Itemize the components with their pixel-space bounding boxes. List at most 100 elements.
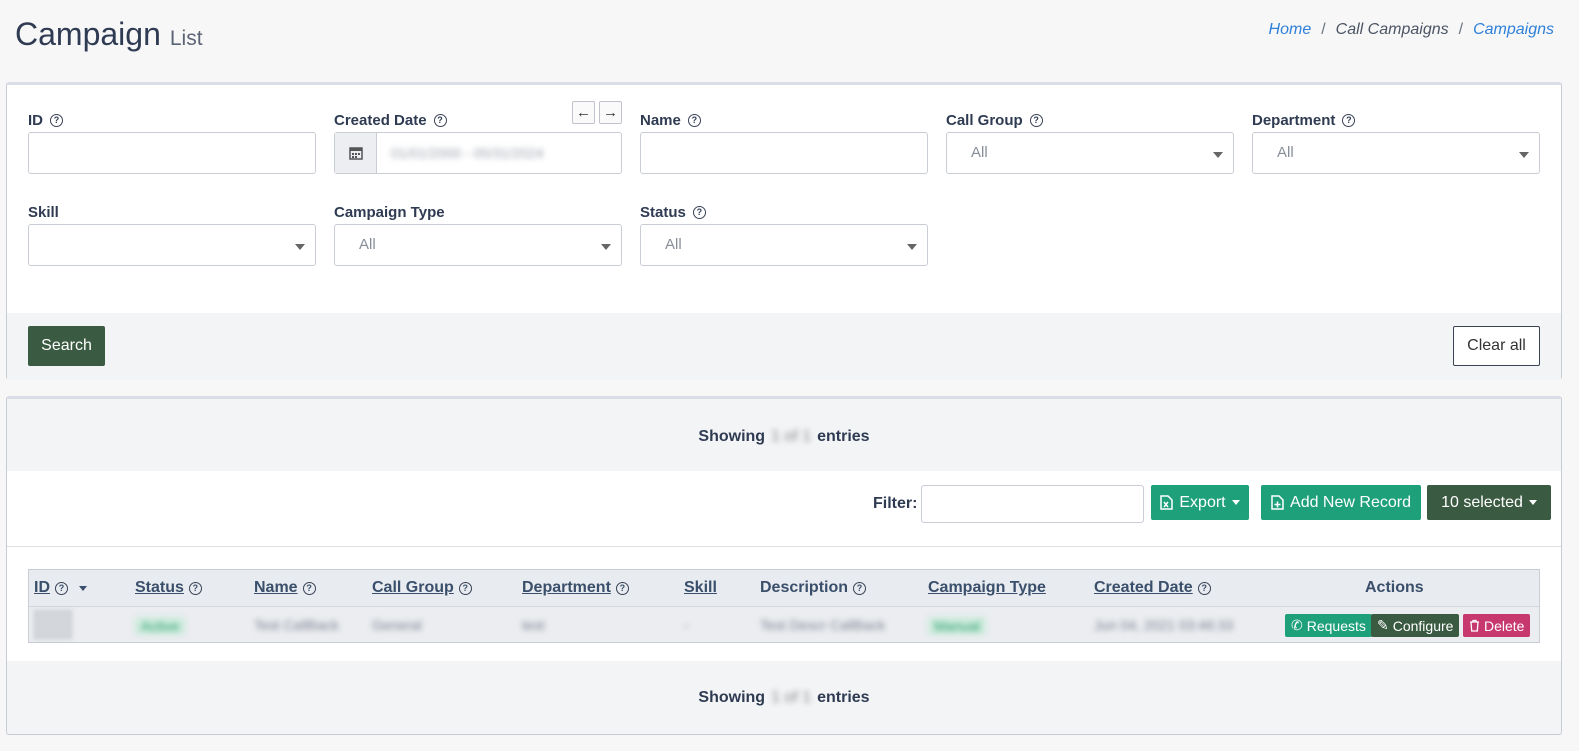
requests-button[interactable]: ✆ Requests <box>1285 614 1372 637</box>
page-title: Campaign List <box>15 16 203 53</box>
status-label: Status <box>640 203 686 221</box>
department-filter: Department? All <box>1252 110 1540 174</box>
column-skill[interactable]: Skill <box>684 579 717 597</box>
add-new-record-button[interactable]: Add New Record <box>1261 485 1421 520</box>
column-actions: Actions <box>1365 579 1424 596</box>
help-icon[interactable]: ? <box>692 205 706 219</box>
help-icon[interactable]: ? <box>1197 581 1211 595</box>
page-title-sub: List <box>169 27 203 50</box>
phone-icon: ✆ <box>1291 617 1303 633</box>
help-icon[interactable]: ? <box>853 581 867 595</box>
chevron-down-icon <box>1519 152 1529 158</box>
help-icon[interactable]: ? <box>687 113 701 127</box>
breadcrumb-call-campaigns: Call Campaigns <box>1335 21 1449 38</box>
department-select[interactable]: All <box>1252 132 1540 174</box>
created-date-filter: Created Date? ← → 01/01/2000 - 05/31/202… <box>334 101 622 174</box>
chevron-down-icon <box>907 244 917 250</box>
name-cell: Test CallBack <box>254 617 339 633</box>
column-id[interactable]: ID? <box>34 579 87 597</box>
results-panel: Showing 1 of 1 entries Filter: Export Ad… <box>6 396 1562 735</box>
campaign-thumbnail[interactable] <box>34 610 72 639</box>
breadcrumb-campaigns[interactable]: Campaigns <box>1473 21 1554 39</box>
showing-entries-top: Showing 1 of 1 entries <box>698 428 870 445</box>
campaign-table: ID? Status? Name? Call Group? Department… <box>28 569 1540 643</box>
help-icon[interactable]: ? <box>188 581 202 595</box>
help-icon[interactable]: ? <box>1029 113 1043 127</box>
column-created-date[interactable]: Created Date? <box>1094 579 1211 597</box>
help-icon[interactable]: ? <box>50 113 63 127</box>
file-plus-icon <box>1271 495 1284 510</box>
table-header: ID? Status? Name? Call Group? Department… <box>29 570 1539 606</box>
chevron-down-icon <box>1231 500 1240 505</box>
id-filter: ID? <box>28 110 316 174</box>
calendar-icon[interactable] <box>335 133 377 173</box>
help-icon[interactable]: ? <box>458 581 472 595</box>
pencil-icon: ✎ <box>1377 617 1389 633</box>
clear-all-button[interactable]: Clear all <box>1453 326 1540 366</box>
chevron-down-icon <box>295 244 305 250</box>
column-call-group[interactable]: Call Group? <box>372 579 472 597</box>
campaign-type-filter: Campaign Type All <box>334 202 622 266</box>
campaign-type-select[interactable]: All <box>334 224 622 266</box>
call-group-filter: Call Group? All <box>946 110 1234 174</box>
skill-label: Skill <box>28 203 59 221</box>
skill-cell: - <box>684 617 689 633</box>
breadcrumb-separator: / <box>1321 21 1326 38</box>
column-description: Description? <box>760 579 867 597</box>
breadcrumb: Home / Call Campaigns / Campaigns <box>1269 21 1554 39</box>
id-filter-label: ID <box>28 111 43 129</box>
chevron-down-icon <box>601 244 611 250</box>
breadcrumb-home[interactable]: Home <box>1269 21 1312 39</box>
department-label: Department <box>1252 111 1336 129</box>
filter-panel: ID? Created Date? ← → 01/01/2000 - 05/31… <box>6 82 1562 380</box>
call-group-cell: General <box>372 617 422 633</box>
column-department[interactable]: Department? <box>522 579 629 597</box>
configure-button[interactable]: ✎ Configure <box>1371 614 1460 637</box>
chevron-down-icon <box>1528 500 1537 505</box>
description-cell: Test Descr CallBack <box>760 617 886 633</box>
excel-file-icon <box>1160 495 1174 510</box>
column-campaign-type[interactable]: Campaign Type <box>928 579 1046 597</box>
created-date-cell: Jun 04, 2021 03:46:33 <box>1094 617 1234 633</box>
table-area: ID? Status? Name? Call Group? Department… <box>7 547 1561 661</box>
column-status[interactable]: Status? <box>135 579 202 597</box>
breadcrumb-separator: / <box>1458 21 1464 38</box>
help-icon[interactable]: ? <box>1342 113 1356 127</box>
table-row: Active Test CallBack General test - Test… <box>29 606 1539 642</box>
export-button[interactable]: Export <box>1151 485 1249 520</box>
help-icon[interactable]: ? <box>433 113 447 127</box>
list-toolbar: Filter: Export Add New Record 10 selecte… <box>7 471 1561 547</box>
help-icon[interactable]: ? <box>302 581 316 595</box>
column-name[interactable]: Name? <box>254 579 316 597</box>
department-cell: test <box>522 617 545 633</box>
chevron-down-icon <box>1213 152 1223 158</box>
prev-date-button[interactable]: ← <box>572 101 595 124</box>
columns-selected-dropdown[interactable]: 10 selected <box>1427 485 1551 520</box>
campaign-type-badge: Manual <box>928 617 986 635</box>
showing-entries-bottom: Showing 1 of 1 entries <box>698 689 870 706</box>
filter-input[interactable] <box>921 485 1144 523</box>
name-filter: Name? <box>640 110 928 174</box>
status-select[interactable]: All <box>640 224 928 266</box>
trash-icon <box>1470 619 1479 632</box>
created-date-value: 01/01/2000 - 05/31/2024 <box>391 145 544 161</box>
call-group-select[interactable]: All <box>946 132 1234 174</box>
sort-desc-icon <box>79 585 87 591</box>
help-icon[interactable]: ? <box>55 581 68 595</box>
page-title-main: Campaign <box>15 16 161 52</box>
skill-select[interactable] <box>28 224 316 266</box>
delete-button[interactable]: Delete <box>1463 614 1531 637</box>
status-filter: Status? All <box>640 202 928 266</box>
created-date-label: Created Date <box>334 111 427 129</box>
id-input[interactable] <box>28 132 316 174</box>
created-date-input[interactable]: 01/01/2000 - 05/31/2024 <box>334 132 622 174</box>
help-icon[interactable]: ? <box>615 581 629 595</box>
status-badge: Active <box>135 617 186 635</box>
next-date-button[interactable]: → <box>599 101 622 124</box>
filter-label: Filter: <box>873 495 918 512</box>
search-button[interactable]: Search <box>28 326 105 366</box>
name-input[interactable] <box>640 132 928 174</box>
call-group-label: Call Group <box>946 111 1023 129</box>
campaign-type-label: Campaign Type <box>334 203 445 221</box>
name-filter-label: Name <box>640 111 681 129</box>
